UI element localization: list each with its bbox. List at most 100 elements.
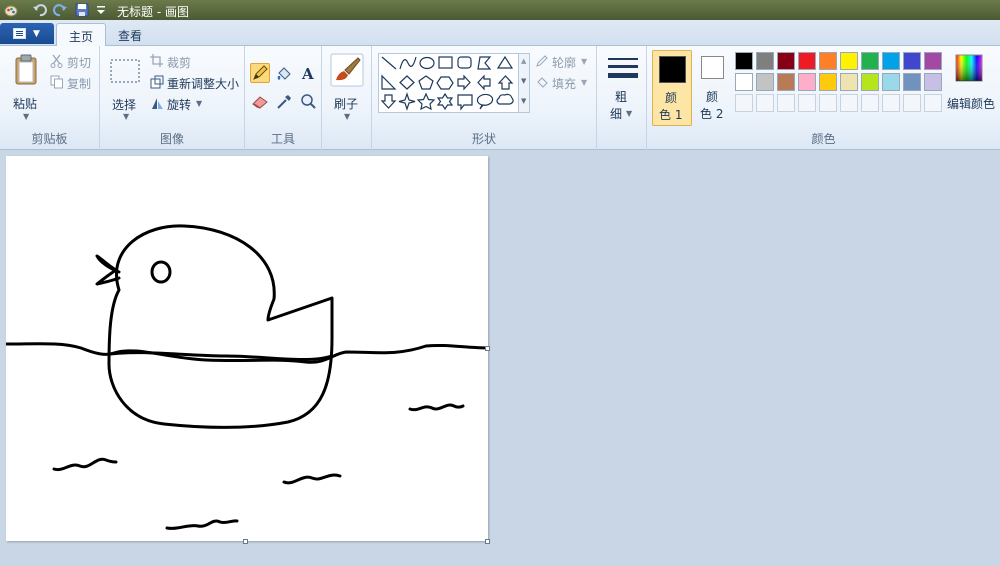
resize-button[interactable]: 重新调整大小 (150, 74, 242, 91)
chevron-down-icon: ▼ (123, 112, 130, 121)
palette-swatch-empty[interactable] (756, 94, 774, 112)
palette-swatch[interactable] (819, 52, 837, 70)
tab-view[interactable]: 查看 (106, 23, 154, 46)
palette-swatch[interactable] (882, 52, 900, 70)
right-triangle-shape-icon (381, 74, 397, 90)
svg-text:A: A (301, 65, 314, 82)
cut-label: 剪切 (67, 56, 92, 70)
palette-swatch[interactable] (798, 52, 816, 70)
fill-tool[interactable] (274, 63, 294, 83)
pencil-tool[interactable] (250, 63, 270, 83)
palette-swatch-empty[interactable] (798, 94, 816, 112)
oval-callout-shape-icon (476, 93, 494, 110)
redo-icon[interactable] (52, 2, 68, 18)
palette-swatch[interactable] (840, 52, 858, 70)
rotate-button[interactable]: 旋转 ▼ (150, 95, 210, 112)
shapes-gallery-icons (380, 55, 514, 111)
rounded-rectangle-shape-icon (457, 56, 472, 69)
app-menu-icon (13, 28, 26, 39)
ribbon-tab-strip: ▼ 主页 查看 (0, 20, 1000, 46)
shapes-group-label: 形状 (471, 132, 496, 146)
palette-swatch-empty[interactable] (903, 94, 921, 112)
color-picker-tool[interactable] (274, 92, 294, 112)
palette-swatch[interactable] (756, 73, 774, 91)
down-arrow-shape-icon (380, 94, 397, 109)
customize-quick-access-icon[interactable] (94, 2, 110, 18)
palette-swatch[interactable] (924, 73, 942, 91)
resize-label: 重新调整大小 (167, 77, 240, 91)
palette-swatch[interactable] (735, 73, 753, 91)
palette-swatch-empty[interactable] (735, 94, 753, 112)
wave-1 (52, 457, 118, 472)
color1-button[interactable]: 颜 色 1 (652, 50, 692, 126)
color2-button[interactable]: 颜 色 2 (694, 50, 734, 126)
select-button[interactable]: 选择 ▼ (108, 52, 144, 124)
palette-swatch[interactable] (903, 52, 921, 70)
palette-swatch[interactable] (861, 52, 879, 70)
palette-swatch[interactable] (861, 73, 879, 91)
palette-swatch[interactable] (924, 52, 942, 70)
resize-handle-right[interactable] (485, 346, 490, 351)
palette-swatch[interactable] (756, 52, 774, 70)
app-menu-button[interactable]: ▼ (0, 23, 54, 44)
paste-button[interactable]: 粘贴 ▼ (8, 52, 44, 124)
oval-shape-icon (419, 56, 435, 70)
brushes-button[interactable]: 刷子 ▼ (328, 52, 366, 124)
palette-swatch-empty[interactable] (882, 94, 900, 112)
outline-label: 轮廓 (552, 56, 577, 70)
image-group: 选择 ▼ 裁剪 重新调整大小 旋转 ▼ 图像 (100, 46, 245, 150)
outline-button[interactable]: 轮廓 ▼ (535, 53, 595, 70)
cut-button[interactable]: 剪切 (50, 53, 96, 70)
shapes-gallery[interactable]: ▲ ▼ ▼ (378, 53, 530, 113)
palette-swatch[interactable] (819, 73, 837, 91)
paste-label: 粘贴 (13, 97, 38, 111)
crop-icon (150, 54, 163, 67)
palette-swatch[interactable] (798, 73, 816, 91)
paint-app-icon[interactable] (3, 2, 19, 18)
undo-icon[interactable] (32, 2, 48, 18)
rect-callout-shape-icon (457, 94, 473, 111)
four-point-star-shape-icon (398, 92, 416, 111)
magnifier-tool[interactable] (298, 92, 318, 112)
palette-swatch-empty[interactable] (861, 94, 879, 112)
save-icon[interactable] (74, 2, 90, 18)
palette-swatch-empty[interactable] (924, 94, 942, 112)
tools-group: A 工具 (245, 46, 322, 150)
palette-swatch-empty[interactable] (777, 94, 795, 112)
canvas-workspace[interactable] (0, 151, 1000, 566)
palette-swatch[interactable] (735, 52, 753, 70)
brushes-group: 刷子 ▼ (322, 46, 372, 150)
fill-button[interactable]: 填充 ▼ (535, 74, 595, 91)
scroll-up-icon[interactable]: ▲ (521, 57, 526, 65)
duck-beak (95, 254, 121, 286)
text-tool[interactable]: A (298, 63, 318, 83)
size-button[interactable]: 粗 细 ▼ (603, 52, 643, 124)
color2-label-top: 颜 (706, 90, 719, 104)
title-bar: 无标题 - 画图 (0, 0, 1000, 20)
copy-button[interactable]: 复制 (50, 74, 96, 91)
color2-swatch (701, 56, 724, 79)
palette-swatch[interactable] (882, 73, 900, 91)
gallery-expand-icon[interactable]: ▼ (521, 97, 526, 105)
rectangle-shape-icon (438, 56, 453, 69)
duck-body-outline (107, 224, 334, 429)
palette-swatch[interactable] (903, 73, 921, 91)
crop-button[interactable]: 裁剪 (150, 53, 230, 70)
resize-handle-bottom[interactable] (243, 539, 248, 544)
palette-swatch-empty[interactable] (840, 94, 858, 112)
palette-swatch[interactable] (777, 52, 795, 70)
pentagon-shape-icon (418, 75, 434, 90)
tab-home[interactable]: 主页 (56, 23, 107, 46)
palette-swatch[interactable] (777, 73, 795, 91)
eraser-tool[interactable] (250, 92, 270, 112)
scroll-down-icon[interactable]: ▼ (521, 77, 526, 85)
palette-swatch[interactable] (840, 73, 858, 91)
resize-handle-corner[interactable] (485, 539, 490, 544)
shapes-scrollbar[interactable]: ▲ ▼ ▼ (518, 54, 529, 112)
palette-swatch-empty[interactable] (819, 94, 837, 112)
size-label-bottom: 细 (610, 107, 623, 121)
drawing-canvas[interactable] (4, 156, 490, 541)
crop-label: 裁剪 (167, 56, 192, 70)
duck-drawing (4, 224, 490, 530)
edit-colors-button[interactable]: 编辑颜色 (947, 52, 997, 124)
